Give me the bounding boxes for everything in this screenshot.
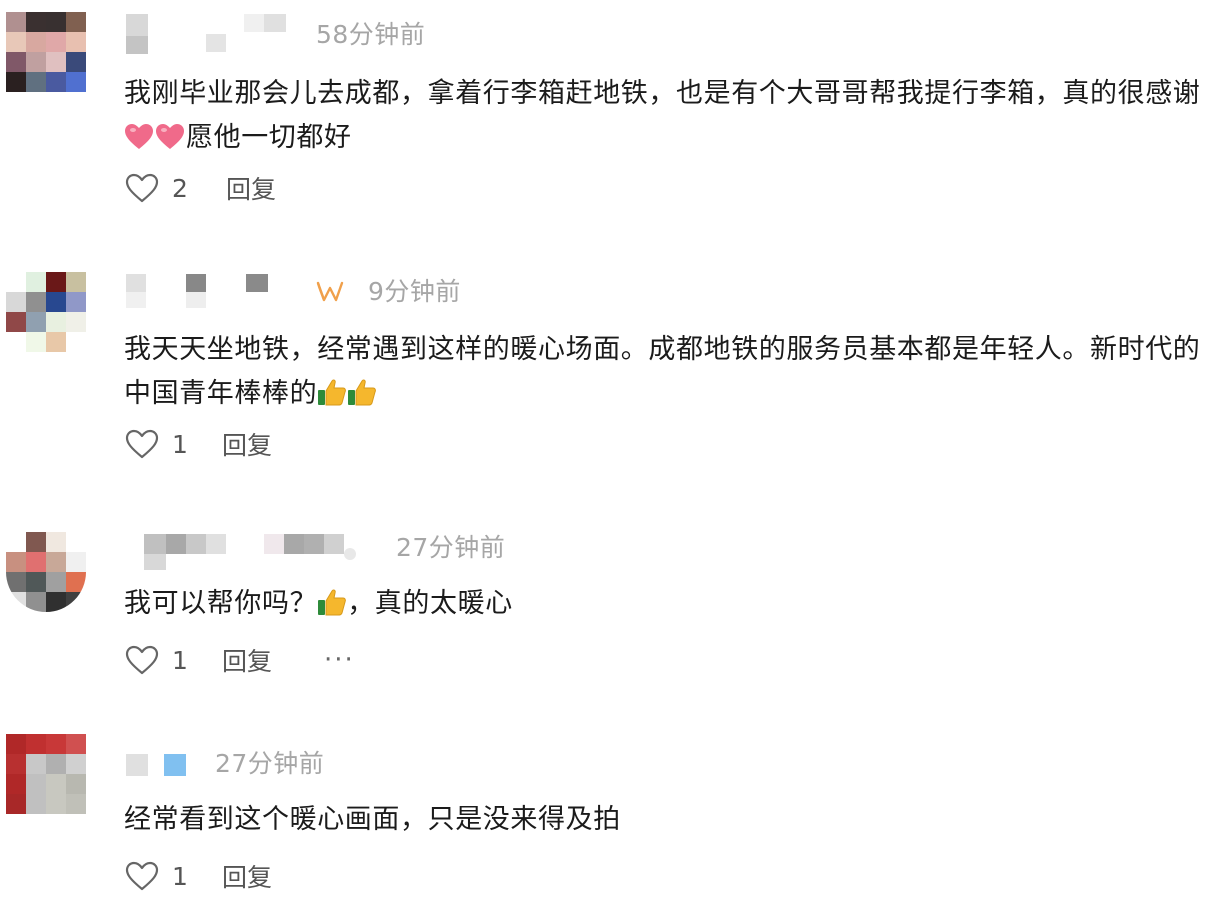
- heart-outline-icon: [125, 173, 159, 203]
- avatar[interactable]: [6, 532, 86, 612]
- comment-text: 我刚毕业那会儿去成都，拿着行李箱赶地铁，也是有个大哥哥帮我提行李箱，真的很感谢愿…: [124, 72, 1216, 160]
- comment-actions: 1 回复: [124, 424, 272, 464]
- creator-badge-icon: [316, 281, 344, 302]
- avatar[interactable]: [6, 272, 86, 352]
- comment-text-before: 我可以帮你吗？: [124, 588, 318, 619]
- comment-time: 58分钟前: [316, 20, 426, 49]
- comment-time: 9分钟前: [368, 277, 461, 306]
- comment-text-after: ，真的太暖心: [347, 588, 513, 619]
- reply-button[interactable]: 回复: [222, 858, 272, 894]
- comment-text-before: 我天天坐地铁，经常遇到这样的暖心场面。成都地铁的服务员基本都是年轻人。新时代的中…: [124, 334, 1201, 409]
- like-count: 1: [172, 429, 188, 459]
- heart-outline-icon: [125, 429, 159, 459]
- comment-time: 27分钟前: [396, 533, 506, 562]
- like-count: 1: [172, 645, 188, 675]
- thumbs-up-emoji-icon: [318, 589, 347, 616]
- heart-emoji-icon: [125, 124, 153, 149]
- comment-time: 27分钟前: [215, 749, 325, 778]
- like-button[interactable]: 1: [124, 428, 212, 460]
- username-blurred[interactable]: [124, 752, 204, 796]
- comment-text: 我天天坐地铁，经常遇到这样的暖心场面。成都地铁的服务员基本都是年轻人。新时代的中…: [124, 328, 1216, 416]
- heart-outline-icon: [125, 861, 159, 891]
- comment-text: 我可以帮你吗？ ，真的太暖心: [124, 582, 1216, 626]
- username-blurred[interactable]: [124, 14, 304, 58]
- like-button[interactable]: 1: [124, 644, 212, 676]
- username-blurred[interactable]: [124, 534, 374, 578]
- like-button[interactable]: 2: [124, 172, 212, 204]
- comment-actions: 1 回复: [124, 856, 272, 896]
- avatar[interactable]: [6, 12, 86, 92]
- thumbs-up-emoji-icon: [348, 379, 377, 406]
- username-blurred[interactable]: [124, 274, 284, 318]
- like-button[interactable]: 1: [124, 860, 212, 892]
- reply-button[interactable]: 回复: [222, 426, 272, 462]
- comment-actions: 1 回复 ···: [124, 640, 355, 680]
- like-count: 1: [172, 861, 188, 891]
- like-count: 2: [172, 173, 188, 203]
- heart-outline-icon: [125, 645, 159, 675]
- comment-text-before: 经常看到这个暖心画面，只是没来得及拍: [124, 804, 621, 835]
- reply-button[interactable]: 回复: [222, 642, 272, 678]
- reply-button[interactable]: 回复: [226, 170, 276, 206]
- heart-emoji-icon: [156, 124, 184, 149]
- comment-text-after: 愿他一切都好: [186, 122, 352, 153]
- more-options-button[interactable]: ···: [324, 645, 355, 675]
- comment-actions: 2 回复: [124, 168, 276, 208]
- comment-text: 经常看到这个暖心画面，只是没来得及拍: [124, 798, 1216, 842]
- avatar[interactable]: [6, 734, 86, 814]
- thumbs-up-emoji-icon: [318, 379, 347, 406]
- comment-text-before: 我刚毕业那会儿去成都，拿着行李箱赶地铁，也是有个大哥哥帮我提行李箱，真的很感谢: [124, 78, 1201, 109]
